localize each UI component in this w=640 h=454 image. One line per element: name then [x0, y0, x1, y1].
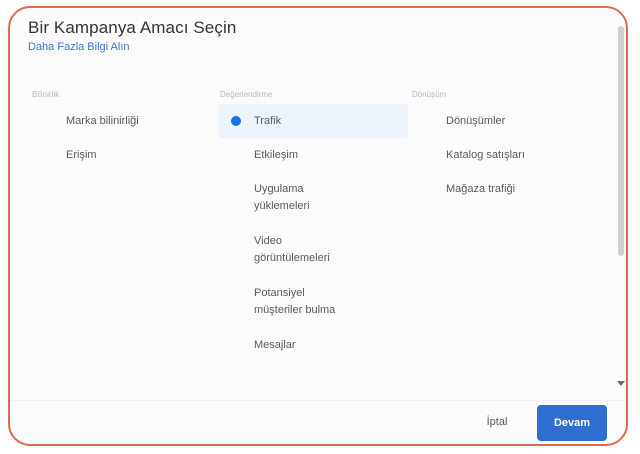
scrollbar-thumb[interactable] [618, 26, 624, 256]
column-header-conversion: Dönüşüm [412, 90, 447, 99]
radio-selected-icon[interactable] [231, 116, 241, 126]
column-header-consideration: Değerlendirme [220, 90, 273, 99]
objective-option-label: Video görüntülemeleri [254, 235, 330, 264]
consideration-options: Trafik Etkileşim Uygulama yüklemeleri Video g… [218, 104, 408, 362]
objective-option[interactable]: Katalog satışları [410, 138, 620, 172]
objective-option-label: Dönüşümler [446, 114, 506, 127]
column-consideration: Değerlendirme Trafik Etkileşim Uygulama yük… [218, 90, 408, 362]
objective-option[interactable]: Mesajlar [218, 328, 408, 362]
objective-option[interactable]: Marka bilinirliği [30, 104, 210, 138]
radio-unselected-icon[interactable] [423, 184, 433, 194]
campaign-objective-dialog: Bir Kampanya Amacı Seçin Daha Fazla Bilg… [8, 6, 628, 446]
radio-unselected-icon[interactable] [231, 340, 241, 350]
objective-option[interactable]: Video görüntülemeleri [218, 224, 408, 276]
objective-option-label: Mesajlar [254, 338, 296, 351]
objective-option[interactable]: Potansiyel müşteriler bulma [218, 276, 408, 328]
column-awareness: Bilinirlik Marka bilinirliği Erişim [30, 90, 210, 172]
scrollbar[interactable] [616, 26, 626, 386]
objective-option-label: Etkileşim [254, 148, 299, 161]
objective-option[interactable]: Etkileşim [218, 138, 408, 172]
dialog-title: Bir Kampanya Amacı Seçin [28, 18, 237, 37]
learn-more-link[interactable]: Daha Fazla Bilgi Alın [28, 41, 130, 53]
radio-unselected-icon[interactable] [231, 193, 241, 203]
column-conversion: Dönüşüm Dönüşümler Katalog satışları Mağaz… [410, 90, 620, 206]
objective-option[interactable]: Erişim [30, 138, 210, 172]
objective-option-label: Katalog satışları [446, 148, 525, 161]
objective-option-label: Potansiyel müşteriler bulma [254, 287, 336, 316]
footer-divider [10, 400, 626, 401]
objective-option-label: Uygulama yüklemeleri [254, 183, 310, 212]
radio-unselected-icon[interactable] [231, 150, 241, 160]
continue-button[interactable]: Devam [537, 405, 607, 441]
objective-option-label: Mağaza trafiği [446, 182, 516, 195]
objective-option[interactable]: Uygulama yüklemeleri [218, 172, 408, 224]
scroll-down-arrow-icon[interactable] [617, 381, 625, 386]
radio-unselected-icon[interactable] [231, 297, 241, 307]
objective-option[interactable]: Trafik [218, 104, 408, 138]
radio-unselected-icon[interactable] [43, 150, 53, 160]
conversion-options: Dönüşümler Katalog satışları Mağaza trafiğ… [410, 104, 620, 206]
awareness-options: Marka bilinirliği Erişim [30, 104, 210, 172]
objective-option[interactable]: Mağaza trafiği [410, 172, 620, 206]
cancel-button[interactable]: İptal [462, 406, 532, 438]
radio-unselected-icon[interactable] [423, 150, 433, 160]
objective-option-label: Trafik [254, 114, 282, 127]
objective-option-label: Marka bilinirliği [66, 114, 139, 127]
objective-option-label: Erişim [66, 148, 97, 161]
radio-unselected-icon[interactable] [423, 116, 433, 126]
radio-unselected-icon[interactable] [43, 116, 53, 126]
radio-unselected-icon[interactable] [231, 245, 241, 255]
objective-option[interactable]: Dönüşümler [410, 104, 620, 138]
column-header-awareness: Bilinirlik [32, 90, 60, 99]
